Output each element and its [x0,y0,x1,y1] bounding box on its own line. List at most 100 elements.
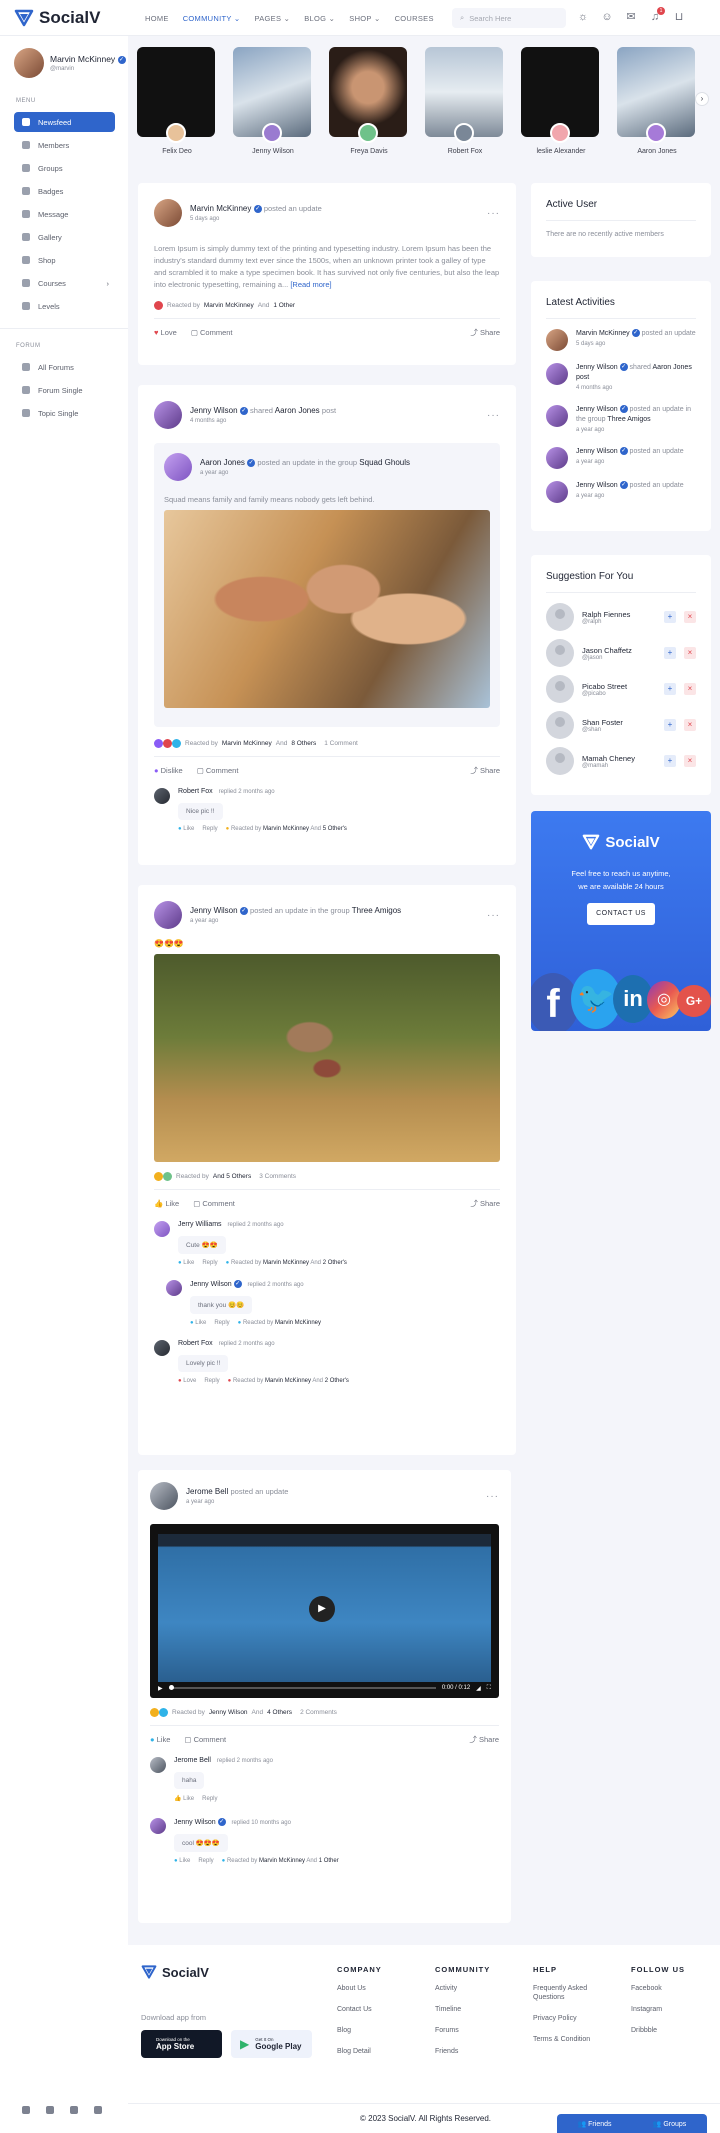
footer-link[interactable]: Dribbble [631,2026,711,2035]
sidebar-item-topic-single[interactable]: Topic Single [14,403,115,423]
footer-link[interactable]: Terms & Condition [533,2035,603,2044]
nav-pages[interactable]: PAGES ⌄ [254,14,290,23]
user-icon[interactable] [94,2106,102,2114]
nav-courses[interactable]: COURSES [395,14,434,23]
nav-home[interactable]: HOME [145,14,169,23]
search-input[interactable]: ⌕ Search Here [452,8,566,28]
activity-name[interactable]: Marvin McKinney [576,330,630,337]
story-item[interactable]: Jenny Wilson [233,47,313,163]
reacted-others[interactable]: 4 Others [267,1709,292,1716]
more-options-icon[interactable]: ··· [486,1491,499,1502]
footer-link[interactable]: Blog [337,2026,417,2035]
suggestion-name[interactable]: Ralph Fiennes [582,610,656,619]
sidebar-item-shop[interactable]: Shop [14,250,115,270]
suggestion-name[interactable]: Picabo Street [582,682,656,691]
footer-link[interactable]: About Us [337,1984,417,1993]
add-friend-button[interactable]: + [664,611,676,623]
video-player[interactable]: ▶ ▶ 0:00 / 0:12 ◢ ⛶ [150,1524,499,1698]
mail-icon[interactable]: ✉ [624,10,638,24]
nav-shop[interactable]: SHOP ⌄ [349,14,380,23]
footer-link[interactable]: Contact Us [337,2005,417,2014]
footer-link[interactable]: Friends [435,2047,515,2056]
sidebar-item-levels[interactable]: Levels [14,296,115,316]
footer-link[interactable]: Privacy Policy [533,2014,603,2023]
gear-icon[interactable] [70,2106,78,2114]
remove-suggestion-button[interactable]: × [684,755,696,767]
add-friend-button[interactable]: + [664,683,676,695]
story-item[interactable]: Aaron Jones [617,47,697,163]
reacted-others[interactable]: And 5 Others [213,1173,251,1180]
reacted-name[interactable]: Marvin McKinney [259,1858,305,1864]
love-button[interactable]: ♥ Love [154,328,177,337]
reacted-others[interactable]: 1 Other [273,302,295,309]
activity-item[interactable]: Jenny Wilson ✓ shared Aaron Jones post 4 … [546,363,696,393]
remove-suggestion-button[interactable]: × [684,611,696,623]
footer-link[interactable]: Facebook [631,1984,711,1993]
google-play-button[interactable]: ▶ Get It On Google Play [231,2030,312,2058]
share-button[interactable]: ⤴ Share [469,1734,499,1745]
love-button[interactable]: ● Love [178,1378,196,1384]
activity-extra[interactable]: Three Amigos [607,416,650,423]
activity-item[interactable]: Jenny Wilson ✓ posted an update a year ag… [546,447,696,469]
comment-author[interactable]: Robert Fox [178,788,213,795]
suggestion-name[interactable]: Shan Foster [582,718,656,727]
sidebar-item-all-forums[interactable]: All Forums [14,357,115,377]
stories-next-button[interactable]: › [695,92,709,106]
comment-count[interactable]: 1 Comment [324,740,358,747]
reply-button[interactable]: Reply [202,1260,217,1266]
footer-link[interactable]: Timeline [435,2005,515,2014]
like-button[interactable]: 👍 Like [174,1795,194,1802]
share-button[interactable]: ⤴ Share [470,1198,500,1209]
sidebar-item-courses[interactable]: Courses › [14,273,115,293]
reacted-name[interactable]: Marvin McKinney [263,1260,309,1266]
reacted-name[interactable]: Marvin McKinney [263,826,309,832]
suggestion-name[interactable]: Mamah Cheney [582,754,656,763]
share-button[interactable]: ⤴ Share [470,327,500,338]
post-author[interactable]: Marvin McKinney [190,204,251,213]
reacted-name[interactable]: Marvin McKinney [222,740,272,747]
reply-button[interactable]: Reply [204,1378,219,1384]
remove-suggestion-button[interactable]: × [684,647,696,659]
reacted-others[interactable]: 5 Other's [323,826,347,832]
reply-button[interactable]: Reply [202,826,217,832]
post-image[interactable] [164,510,490,708]
share-button[interactable]: ⤴ Share [470,765,500,776]
bell-icon[interactable] [46,2106,54,2114]
nav-community[interactable]: COMMUNITY ⌄ [183,14,241,23]
groups-tab[interactable]: 👥 Groups [632,2120,707,2128]
activity-name[interactable]: Jenny Wilson [576,406,618,413]
reacted-name[interactable]: Marvin McKinney [275,1320,321,1326]
sun-icon[interactable]: ☼ [576,10,590,24]
comment-count[interactable]: 2 Comments [300,1709,337,1716]
like-button[interactable]: ● Like [190,1320,206,1326]
like-button[interactable]: ● Like [178,826,194,832]
reacted-others[interactable]: 1 Other [319,1858,339,1864]
activity-item[interactable]: Jenny Wilson ✓ posted an update a year ag… [546,481,696,503]
reply-button[interactable]: Reply [214,1320,229,1326]
cart-icon[interactable]: ⊔ [672,10,686,24]
reacted-others[interactable]: 2 Other's [325,1378,349,1384]
video-progress[interactable] [168,1685,436,1690]
more-options-icon[interactable]: ··· [487,208,500,219]
play-icon[interactable]: ▶ [309,1596,335,1622]
sidebar-item-gallery[interactable]: Gallery [14,227,115,247]
reacted-others[interactable]: 2 Other's [323,1260,347,1266]
post-author[interactable]: Jenny Wilson [190,406,238,415]
comment-button[interactable]: ▢ Comment [197,766,239,775]
post-author[interactable]: Jerome Bell [186,1487,228,1496]
like-button[interactable]: 👍 Like [154,1199,179,1208]
comment-author[interactable]: Jerome Bell [174,1757,211,1764]
sidebar-item-groups[interactable]: Groups [14,158,115,178]
bell-icon[interactable]: ♫ 1 [648,7,665,24]
story-item[interactable]: leslie Alexander [521,47,601,163]
story-item[interactable]: Freya Davis [329,47,409,163]
story-item[interactable]: Felix Deo [137,47,217,163]
read-more-link[interactable]: [Read more] [290,280,331,289]
sidebar-item-forum-single[interactable]: Forum Single [14,380,115,400]
comment-button[interactable]: ▢ Comment [193,1199,235,1208]
comment-button[interactable]: ▢ Comment [191,328,233,337]
reply-button[interactable]: Reply [198,1858,213,1864]
story-item[interactable]: Robert Fox [425,47,505,163]
post-author[interactable]: Jenny Wilson [190,906,238,915]
lock-icon[interactable] [22,2106,30,2114]
